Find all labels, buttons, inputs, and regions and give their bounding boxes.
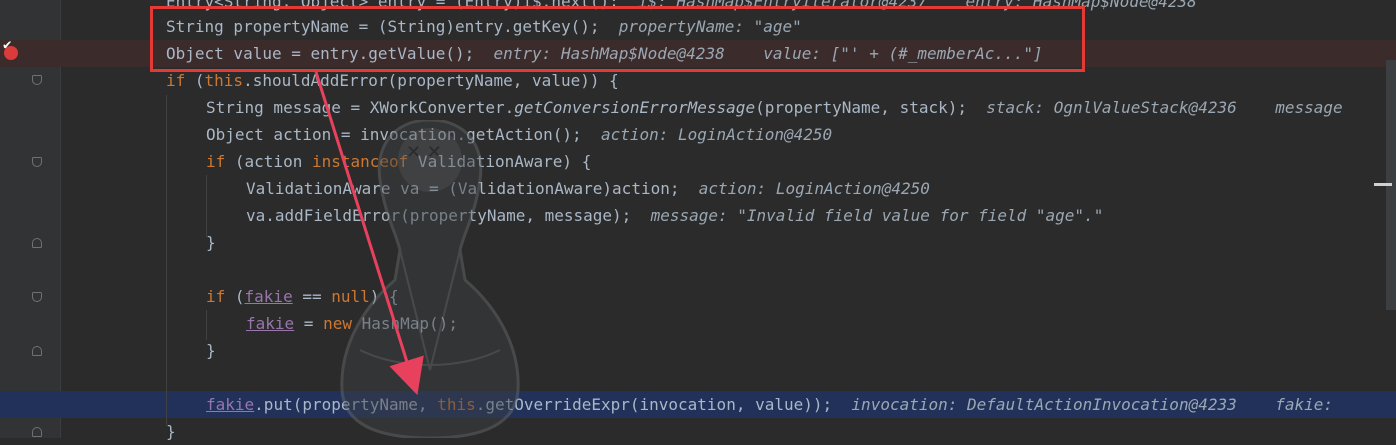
scrollbar-marker — [1374, 183, 1392, 186]
annotation-arrow — [314, 71, 424, 396]
